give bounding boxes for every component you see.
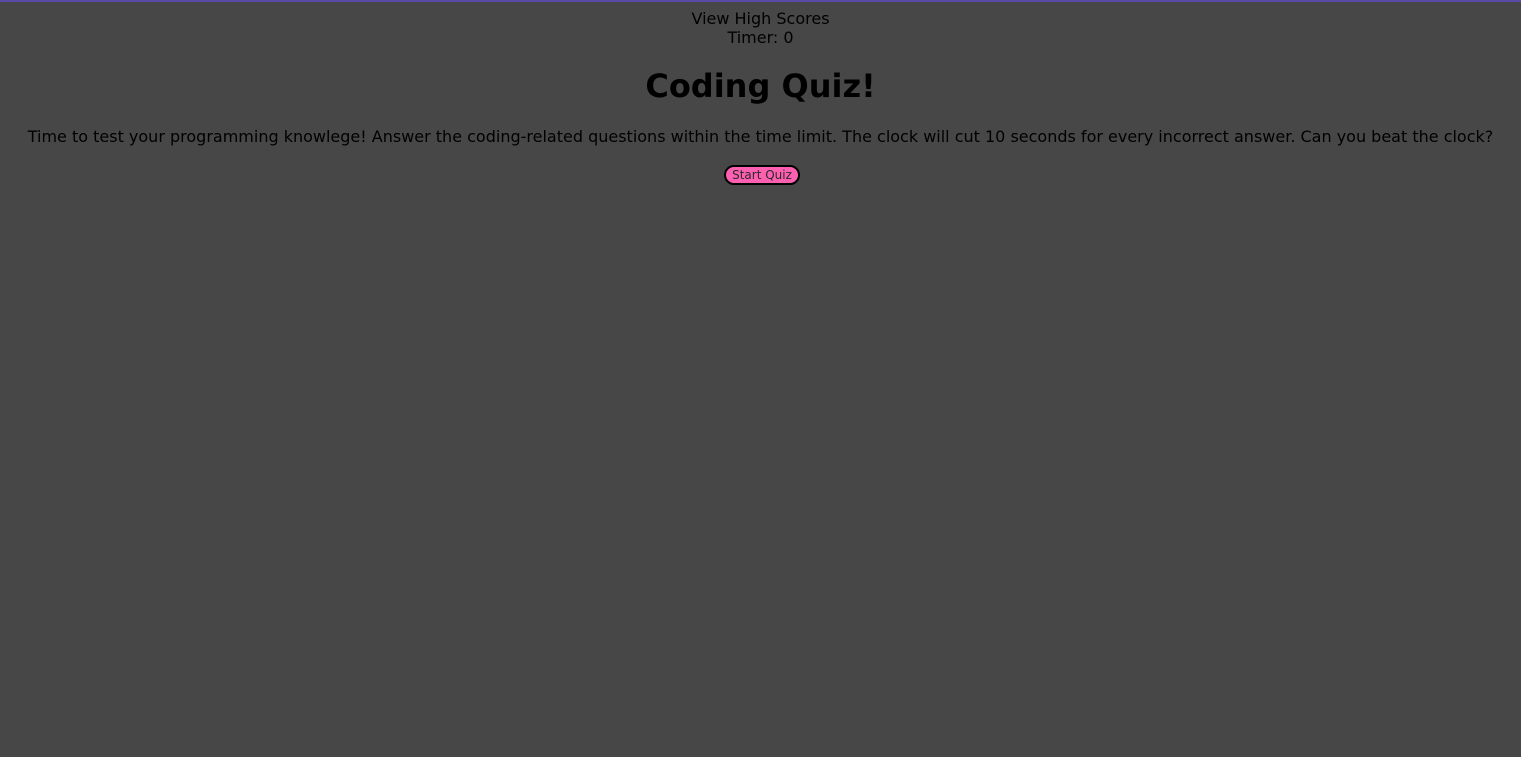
page-title: Coding Quiz! bbox=[645, 67, 876, 105]
start-button-container: Start Quiz bbox=[0, 164, 1521, 185]
page-header: View High Scores Timer: 0 bbox=[0, 9, 1521, 47]
top-accent-border bbox=[0, 0, 1521, 2]
view-high-scores-link[interactable]: View High Scores bbox=[691, 9, 829, 28]
start-quiz-button[interactable]: Start Quiz bbox=[724, 165, 800, 185]
quiz-intro-text: Time to test your programming knowlege! … bbox=[27, 127, 1494, 146]
timer-display: Timer: 0 bbox=[727, 28, 794, 47]
